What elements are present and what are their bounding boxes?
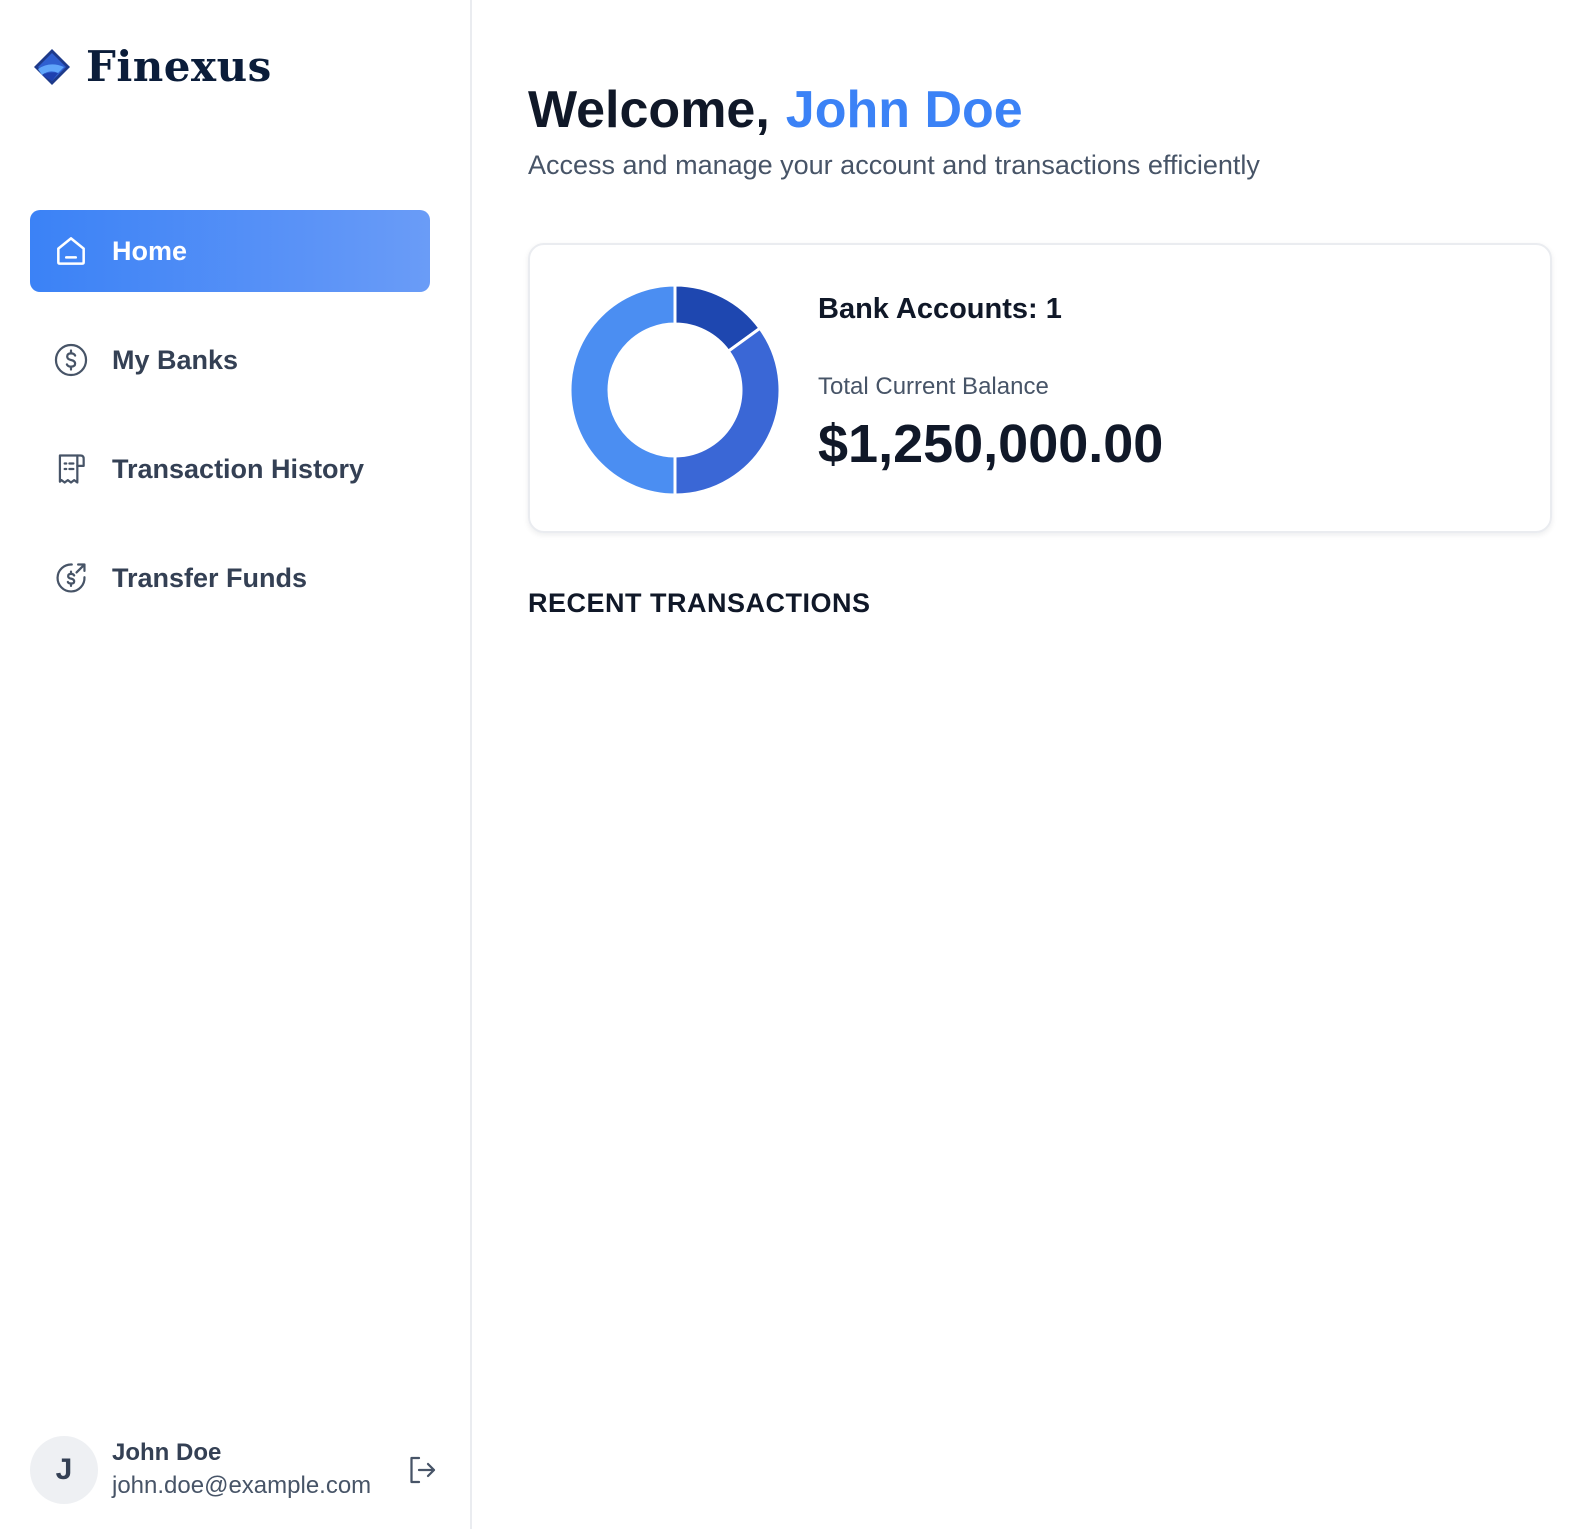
home-icon xyxy=(52,232,90,270)
sidebar-item-label: Transfer Funds xyxy=(112,562,308,593)
balance-donut-chart xyxy=(570,285,780,495)
user-name: John Doe xyxy=(112,1439,222,1466)
money-send-icon xyxy=(52,559,90,597)
sidebar-item-transaction-history[interactable]: Transaction History xyxy=(30,428,430,510)
user-email: john.doe@example.com xyxy=(112,1472,372,1499)
page-title: Welcome, John Doe xyxy=(528,80,1023,140)
brand-name: Finexus xyxy=(86,42,272,91)
sidebar-item-label: My Banks xyxy=(112,344,239,375)
total-balance-label: Total Current Balance xyxy=(818,373,1049,400)
page-subtitle: Access and manage your account and trans… xyxy=(528,150,1260,180)
sidebar-item-my-banks[interactable]: My Banks xyxy=(30,319,430,401)
app-root: Finexus Home My Banks Transaction Histor… xyxy=(0,0,1594,1529)
dollar-circle-icon xyxy=(52,341,90,379)
user-info: John Doe john.doe@example.com xyxy=(112,1437,404,1503)
sidebar-user-profile: J John Doe john.doe@example.com xyxy=(30,1436,440,1504)
sidebar: Finexus Home My Banks Transaction Histor… xyxy=(0,0,472,1529)
brand[interactable]: Finexus xyxy=(30,42,272,91)
donut-slice-2 xyxy=(673,326,780,495)
sidebar-item-transfer-funds[interactable]: Transfer Funds xyxy=(30,537,430,619)
recent-transactions-heading: RECENT TRANSACTIONS xyxy=(528,588,871,618)
sidebar-item-label: Home xyxy=(112,235,188,266)
total-balance-card: Bank Accounts: 1 Total Current Balance $… xyxy=(528,243,1552,533)
total-balance-value: $1,250,000.00 xyxy=(818,414,1164,474)
sidebar-item-home[interactable]: Home xyxy=(30,210,430,292)
sidebar-nav: Home My Banks Transaction History Transf… xyxy=(30,210,430,646)
logout-icon[interactable] xyxy=(404,1452,440,1488)
receipt-icon xyxy=(52,450,90,488)
sidebar-item-label: Transaction History xyxy=(112,453,365,484)
welcome-user-name: John Doe xyxy=(785,81,1023,139)
finexus-logo-icon xyxy=(34,48,70,85)
donut-slice-3 xyxy=(570,285,677,495)
avatar[interactable]: J xyxy=(30,1436,98,1504)
bank-accounts-count: Bank Accounts: 1 xyxy=(818,293,1062,325)
welcome-prefix: Welcome, xyxy=(528,81,770,139)
